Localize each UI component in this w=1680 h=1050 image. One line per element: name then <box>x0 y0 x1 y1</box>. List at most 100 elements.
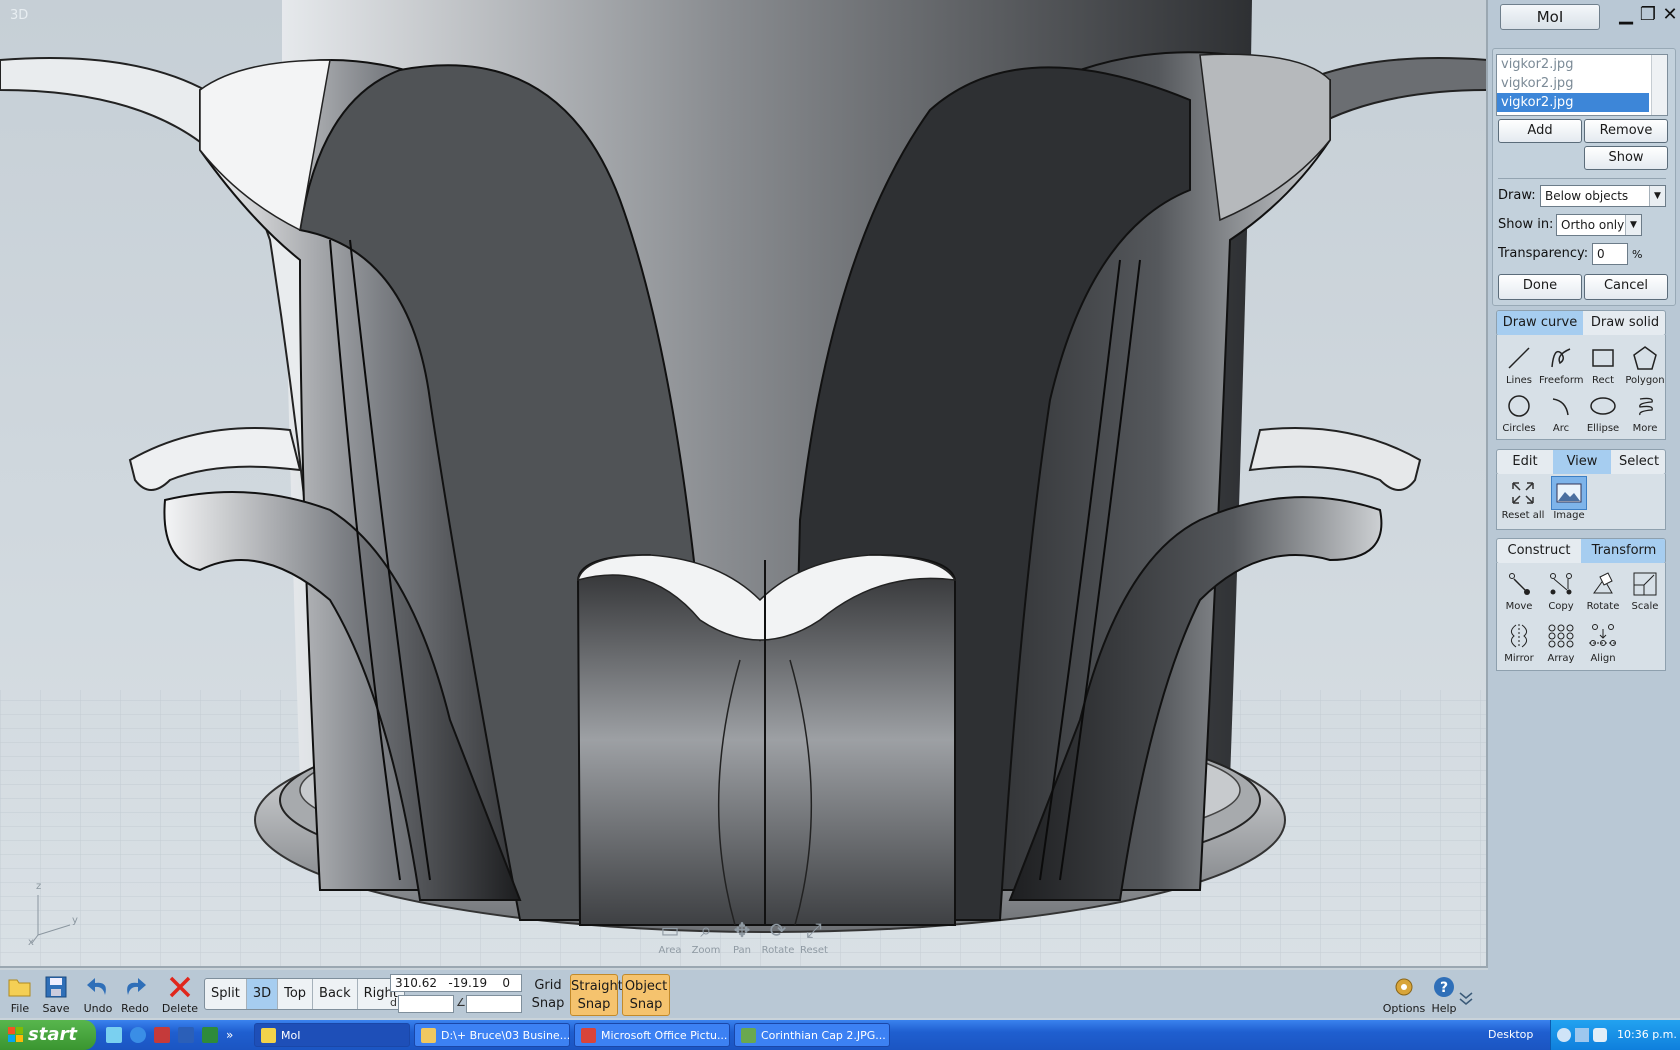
task-image-viewer[interactable]: Corinthian Cap 2.JPG... <box>734 1023 890 1047</box>
object-snap-toggle[interactable]: Object Snap <box>622 974 670 1016</box>
nav-pan-button[interactable]: ✥ Pan <box>724 915 760 956</box>
align-tool[interactable]: Align <box>1581 619 1625 664</box>
tool-label: Rect <box>1591 375 1615 386</box>
copy-tool[interactable]: Copy <box>1539 567 1583 612</box>
quicklaunch-desktop-icon[interactable] <box>106 1027 122 1043</box>
tab-construct[interactable]: Construct <box>1497 539 1581 563</box>
view-top-button[interactable]: Top <box>278 979 314 1009</box>
redo-button[interactable]: Redo <box>115 972 155 1015</box>
view-back-button[interactable]: Back <box>313 979 358 1009</box>
axis-z-label: z <box>36 881 42 892</box>
show-in-select[interactable]: Ortho only ▼ <box>1556 214 1642 236</box>
grid-snap-toggle[interactable]: Grid Snap <box>524 974 572 1016</box>
image-list-item-selected[interactable]: vigkor2.jpg <box>1497 93 1649 112</box>
straight-snap-label: Straight <box>571 979 623 994</box>
chevron-down-icon[interactable]: ▼ <box>1625 215 1641 235</box>
angle-input[interactable] <box>466 995 522 1013</box>
view-tools: Reset all Image <box>1496 474 1666 530</box>
app-menu-button[interactable]: MoI <box>1500 4 1600 30</box>
options-button[interactable]: Options <box>1382 972 1426 1015</box>
arc-tool[interactable]: Arc <box>1539 389 1583 434</box>
straight-snap-toggle[interactable]: Straight Snap <box>570 974 623 1016</box>
circles-tool[interactable]: Circles <box>1497 389 1541 434</box>
tab-transform[interactable]: Transform <box>1581 539 1665 563</box>
done-button[interactable]: Done <box>1498 274 1582 300</box>
system-tray: 10:36 p.m. <box>1550 1020 1680 1050</box>
tab-draw-curve[interactable]: Draw curve <box>1497 311 1583 335</box>
tab-edit[interactable]: Edit <box>1497 450 1553 474</box>
axis-triad-icon <box>31 895 71 944</box>
reset-all-tool[interactable]: Reset all <box>1501 476 1545 521</box>
quicklaunch-excel-icon[interactable] <box>202 1027 218 1043</box>
quicklaunch-word-icon[interactable] <box>178 1027 194 1043</box>
scale-tool[interactable]: Scale <box>1623 567 1667 612</box>
view-3d-button[interactable]: 3D <box>246 979 279 1009</box>
volume-icon[interactable] <box>1593 1028 1607 1042</box>
add-image-button[interactable]: Add <box>1498 119 1582 143</box>
mirror-tool[interactable]: Mirror <box>1497 619 1541 664</box>
tab-view[interactable]: View <box>1553 450 1611 474</box>
network-icon[interactable] <box>1575 1028 1589 1042</box>
tool-label: Scale <box>1631 601 1659 612</box>
nav-area-button[interactable]: ▭ Area <box>652 915 688 956</box>
array-tool[interactable]: Array <box>1539 619 1583 664</box>
axis-indicator: z y x <box>28 881 78 948</box>
collapse-toolbar-button[interactable] <box>1454 990 1478 1009</box>
chevron-down-icon[interactable]: ▼ <box>1649 186 1665 206</box>
desktop-toolbar-label[interactable]: Desktop <box>1488 1020 1533 1050</box>
view-split-button[interactable]: Split <box>205 979 247 1009</box>
start-button[interactable]: start <box>0 1020 96 1050</box>
image-list-item[interactable]: vigkor2.jpg <box>1497 74 1667 93</box>
restore-icon[interactable]: ❐ <box>1638 4 1658 28</box>
lines-tool[interactable]: Lines <box>1497 341 1541 386</box>
task-explorer[interactable]: D:\+ Bruce\03 Busine... <box>414 1023 570 1047</box>
image-list[interactable]: vigkor2.jpg vigkor2.jpg vigkor2.jpg <box>1496 54 1668 116</box>
draw-select[interactable]: Below objects ▼ <box>1540 185 1666 207</box>
grid-snap-label: Snap <box>531 996 565 1011</box>
tool-label: Circles <box>1502 423 1536 434</box>
polygon-tool[interactable]: Polygon <box>1623 341 1667 386</box>
scale-icon <box>1633 572 1657 596</box>
undo-button[interactable]: Undo <box>78 972 118 1015</box>
minimize-icon[interactable]: ▁ <box>1616 4 1636 28</box>
3d-viewport[interactable]: 3D z y x ▭ Area ⌕ Zoom ✥ Pan ⟳ Rotate ⤢ Reset <box>0 0 1488 968</box>
rotate-tool[interactable]: Rotate <box>1581 567 1625 612</box>
more-tool[interactable]: More <box>1623 389 1667 434</box>
transparency-input[interactable]: 0 <box>1592 243 1628 265</box>
tray-expand-icon[interactable] <box>1557 1028 1571 1042</box>
image-list-scrollbar[interactable] <box>1651 55 1667 115</box>
tab-select[interactable]: Select <box>1611 450 1665 474</box>
move-tool[interactable]: Move <box>1497 567 1541 612</box>
cancel-button[interactable]: Cancel <box>1584 274 1668 300</box>
coordinate-readout: 310.62 -19.19 0 <box>390 974 522 992</box>
file-button[interactable]: File <box>0 972 40 1015</box>
tab-draw-solid[interactable]: Draw solid <box>1583 311 1665 335</box>
nav-pan-label: Pan <box>732 945 752 956</box>
freeform-tool[interactable]: Freeform <box>1539 341 1584 386</box>
nav-rotate-button[interactable]: ⟳ Rotate <box>760 915 796 956</box>
quicklaunch-more-icon[interactable]: » <box>226 1027 242 1043</box>
distance-input[interactable] <box>398 995 454 1013</box>
image-tool[interactable]: Image <box>1547 476 1591 521</box>
ellipse-tool[interactable]: Ellipse <box>1581 389 1625 434</box>
task-moi[interactable]: MoI <box>254 1023 410 1047</box>
tool-label: Move <box>1505 601 1533 612</box>
close-icon[interactable]: ✕ <box>1660 4 1680 28</box>
nav-zoom-button[interactable]: ⌕ Zoom <box>688 915 724 956</box>
save-button[interactable]: Save <box>36 972 76 1015</box>
undo-icon <box>87 978 106 995</box>
task-picture-manager[interactable]: Microsoft Office Pictu... <box>574 1023 730 1047</box>
construct-transform-tabs: Construct Transform <box>1496 538 1666 564</box>
delete-button[interactable]: Delete <box>160 972 200 1015</box>
quicklaunch-ie-icon[interactable] <box>130 1027 146 1043</box>
rect-tool[interactable]: Rect <box>1581 341 1625 386</box>
tool-label: Reset all <box>1501 510 1545 521</box>
show-image-button[interactable]: Show <box>1584 146 1668 170</box>
remove-image-button[interactable]: Remove <box>1584 119 1668 143</box>
arc-icon <box>1552 398 1569 416</box>
image-list-item[interactable]: vigkor2.jpg <box>1497 55 1667 74</box>
axis-x-label: x <box>28 937 34 948</box>
task-label: Corinthian Cap 2.JPG... <box>761 1029 886 1042</box>
nav-reset-button[interactable]: ⤢ Reset <box>796 915 832 956</box>
quicklaunch-acrobat-icon[interactable] <box>154 1027 170 1043</box>
